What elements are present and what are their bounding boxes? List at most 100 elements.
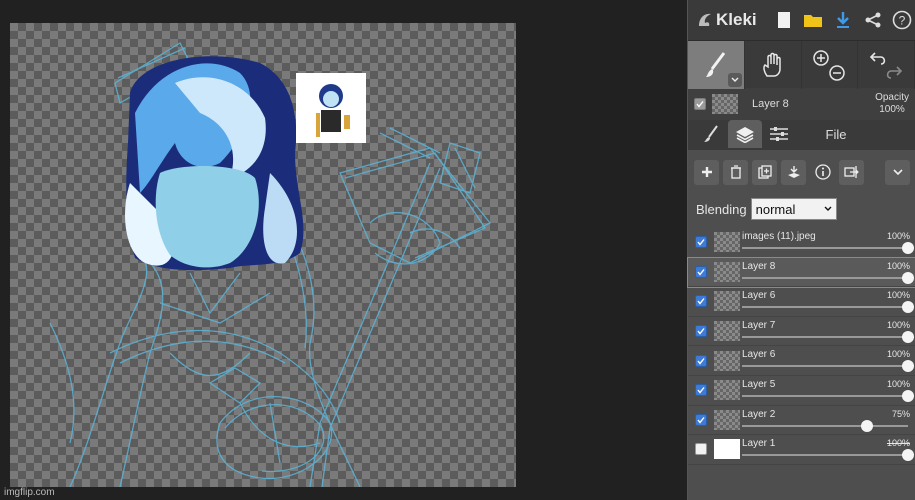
- share-icon[interactable]: [860, 7, 886, 33]
- layer-info-button[interactable]: [810, 160, 835, 185]
- zoom-out-icon: [829, 65, 846, 81]
- slider-knob[interactable]: [902, 301, 914, 314]
- hand-tool-button[interactable]: [745, 41, 802, 89]
- layer-thumbnail: [714, 291, 740, 312]
- layer-row[interactable]: Layer 1 100%: [688, 435, 915, 465]
- layer-opacity-slider[interactable]: [742, 301, 914, 314]
- app-logo[interactable]: Kleki: [696, 10, 767, 30]
- tab-layers[interactable]: [728, 120, 762, 148]
- layer-opacity-slider[interactable]: [742, 330, 914, 343]
- layer-opacity: 75%: [891, 408, 910, 419]
- layer-thumbnail: [714, 350, 740, 371]
- layer-visibility-checkbox[interactable]: [695, 236, 707, 249]
- side-panel: Kleki ? Layer 8 Opacity 100% File Blendi…: [687, 0, 915, 500]
- layer-name: Layer 2: [742, 408, 776, 420]
- opacity-label: Opacity: [875, 92, 909, 103]
- current-layer-visibility-checkbox[interactable]: [694, 98, 706, 110]
- layer-name: Layer 8: [742, 260, 776, 272]
- layer-opacity-slider[interactable]: [742, 242, 914, 254]
- layer-row[interactable]: Layer 5 100%: [688, 376, 915, 406]
- layer-opacity: 100%: [886, 438, 910, 449]
- tab-file[interactable]: File: [796, 120, 876, 148]
- layers-panel: Blending normal images (11).jpeg 100% Laye…: [687, 150, 915, 500]
- opacity-readout[interactable]: Opacity 100%: [875, 92, 909, 116]
- transform-layer-button[interactable]: [839, 159, 864, 185]
- layer-opacity-slider[interactable]: [742, 419, 908, 432]
- blending-value: normal: [755, 201, 796, 217]
- kleki-logo-icon: [699, 13, 711, 26]
- brush-icon: [705, 52, 726, 77]
- add-layer-button[interactable]: [694, 159, 719, 185]
- layer-visibility-checkbox[interactable]: [695, 325, 707, 338]
- blending-row: Blending normal: [688, 194, 915, 224]
- chevron-down-icon[interactable]: [727, 73, 742, 87]
- layer-visibility-checkbox[interactable]: [695, 384, 707, 397]
- layer-row[interactable]: Layer 6 100%: [688, 346, 915, 376]
- layer-opacity: 100%: [886, 231, 910, 241]
- slider-knob[interactable]: [902, 449, 914, 462]
- layer-opacity-slider[interactable]: [742, 389, 914, 402]
- layer-thumbnail: [714, 439, 740, 460]
- kleki-app: imgflip.com Kleki ? Layer 8 Opacity 100%…: [0, 0, 915, 500]
- layer-row[interactable]: Layer 6 100%: [688, 287, 915, 317]
- opacity-value: 100%: [879, 104, 905, 115]
- tab-adjustments[interactable]: [762, 120, 796, 148]
- layer-opacity-slider[interactable]: [742, 360, 914, 373]
- new-image-icon[interactable]: [771, 7, 797, 33]
- slider-knob[interactable]: [902, 360, 914, 373]
- slider-knob[interactable]: [902, 271, 914, 284]
- transform-icon: [843, 166, 859, 178]
- drawing-canvas[interactable]: [10, 23, 516, 487]
- layer-opacity-slider[interactable]: [742, 271, 914, 284]
- slider-knob[interactable]: [902, 330, 914, 343]
- redo-icon: [886, 66, 903, 79]
- layer-name: Layer 1: [742, 438, 776, 450]
- app-name: Kleki: [716, 10, 757, 29]
- layer-visibility-checkbox[interactable]: [695, 265, 707, 278]
- layer-opacity: 100%: [886, 349, 910, 360]
- top-bar: Kleki ?: [688, 0, 915, 40]
- panel-tabs: File: [688, 120, 915, 148]
- layer-name: images (11).jpeg: [742, 231, 816, 242]
- layer-opacity: 100%: [886, 290, 910, 301]
- sliders-icon: [770, 127, 788, 141]
- merge-down-icon: [787, 166, 800, 178]
- layer-opacity: 100%: [886, 260, 910, 271]
- layer-row[interactable]: Layer 2 75%: [688, 406, 915, 436]
- slider-knob[interactable]: [902, 389, 914, 402]
- blending-label: Blending: [696, 201, 747, 217]
- merge-down-button[interactable]: [781, 159, 806, 185]
- svg-text:?: ?: [899, 14, 906, 28]
- slider-knob[interactable]: [902, 242, 914, 254]
- canvas-artwork: [49, 42, 492, 487]
- layer-row[interactable]: Layer 8 100%: [687, 256, 915, 289]
- slider-knob[interactable]: [860, 419, 873, 432]
- layer-opacity-slider[interactable]: [742, 449, 914, 462]
- current-layer-name: Layer 8: [752, 98, 789, 110]
- blending-select[interactable]: normal: [750, 198, 837, 220]
- open-folder-icon[interactable]: [801, 7, 827, 33]
- download-icon[interactable]: [830, 7, 856, 33]
- hand-icon: [762, 52, 781, 77]
- help-icon[interactable]: ?: [889, 7, 915, 33]
- layer-row[interactable]: images (11).jpeg 100%: [688, 228, 915, 258]
- tab-brush[interactable]: [694, 120, 728, 148]
- layer-name: Layer 6: [742, 290, 776, 302]
- tool-row: [688, 40, 915, 89]
- plus-icon: [701, 167, 712, 177]
- layer-visibility-checkbox[interactable]: [695, 295, 707, 308]
- layer-visibility-checkbox[interactable]: [695, 443, 707, 456]
- layer-name: Layer 7: [742, 319, 776, 331]
- layer-thumbnail: [714, 261, 740, 282]
- canvas-area[interactable]: imgflip.com: [0, 0, 687, 500]
- delete-layer-button[interactable]: [723, 159, 748, 185]
- layer-visibility-checkbox[interactable]: [695, 413, 707, 426]
- layer-menu-button[interactable]: [885, 159, 910, 185]
- layer-visibility-checkbox[interactable]: [695, 354, 707, 367]
- layer-opacity: 100%: [886, 378, 910, 389]
- duplicate-layer-button[interactable]: [752, 159, 777, 185]
- layer-row[interactable]: Layer 7 100%: [688, 317, 915, 347]
- undo-icon: [869, 52, 886, 65]
- layer-list: images (11).jpeg 100% Layer 8 100% Layer 6 10…: [687, 228, 915, 465]
- brush-tool-button[interactable]: [688, 41, 745, 89]
